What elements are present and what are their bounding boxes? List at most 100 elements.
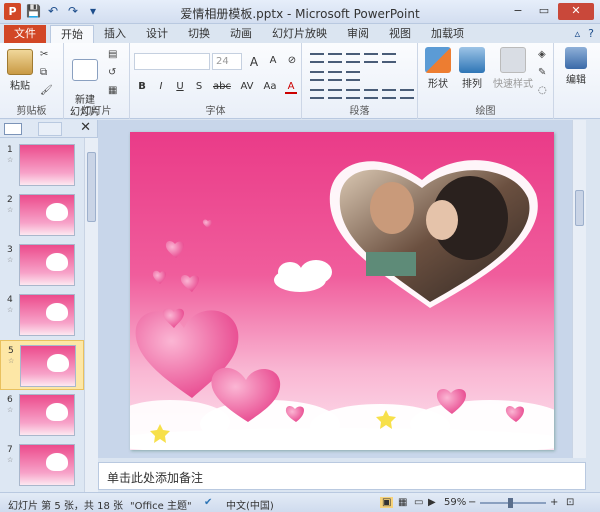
- font-group-label: 字体: [205, 106, 226, 117]
- tab-view[interactable]: 视图: [379, 25, 421, 43]
- close-button[interactable]: ✕: [558, 3, 594, 20]
- panel-scrollbar-thumb[interactable]: [87, 152, 96, 222]
- slide-thumbnail[interactable]: 3 ☆: [0, 240, 84, 290]
- slide-thumbnail[interactable]: 6 ☆: [0, 390, 84, 440]
- grow-font-button[interactable]: A: [248, 55, 260, 69]
- tab-review[interactable]: 审阅: [337, 25, 379, 43]
- bullets-icon[interactable]: [310, 53, 324, 63]
- font-name-combo[interactable]: [134, 53, 210, 70]
- tab-addins[interactable]: 加载项: [421, 25, 474, 43]
- zoom-slider-thumb[interactable]: [507, 498, 513, 508]
- slide-thumbnail[interactable]: 7 ☆: [0, 440, 84, 490]
- decrease-indent-icon[interactable]: [346, 53, 360, 63]
- layout-icon[interactable]: ▤: [108, 49, 117, 60]
- slide-info: 幻灯片 第 5 张，共 18 张: [8, 501, 123, 512]
- numbering-icon[interactable]: [328, 53, 342, 63]
- increase-indent-icon[interactable]: [364, 53, 378, 63]
- editing-button[interactable]: 编辑: [560, 47, 592, 86]
- editor-scrollbar-thumb[interactable]: [575, 190, 584, 226]
- smartart-icon[interactable]: [346, 71, 360, 81]
- shape-fill-icon[interactable]: ◈: [538, 49, 546, 60]
- align-text-icon[interactable]: [328, 71, 342, 81]
- close-panel-icon[interactable]: ✕: [80, 120, 91, 135]
- font-color-button[interactable]: A: [285, 81, 297, 94]
- minimize-button[interactable]: −: [506, 3, 530, 20]
- shrink-font-button[interactable]: A: [267, 55, 279, 69]
- change-case-button[interactable]: Aa: [262, 81, 278, 94]
- arrange-button[interactable]: 排列: [456, 47, 488, 90]
- slide-thumbnail[interactable]: 5 ☆: [0, 340, 84, 390]
- paste-button[interactable]: 粘贴: [6, 49, 34, 92]
- drawing-group: 形状 排列 快速样式 ◈ ✎ ◌ 绘图: [418, 43, 554, 119]
- tab-transitions[interactable]: 切换: [178, 25, 220, 43]
- normal-view-icon[interactable]: ▣: [380, 497, 394, 508]
- tab-insert[interactable]: 插入: [94, 25, 136, 43]
- ribbon: 粘贴 ✂ ⧉ 🖌 剪贴板 新建 幻灯片 ▤ ↺ ▦ 幻灯片 24 A A ⊘ B…: [0, 43, 600, 119]
- quick-styles-button[interactable]: 快速样式: [490, 47, 536, 90]
- zoom-in-button[interactable]: +: [550, 497, 558, 508]
- zoom-level[interactable]: 59%: [444, 497, 466, 508]
- underline-button[interactable]: U: [174, 81, 186, 94]
- slides-panel: ✕ 1 ☆ 2 ☆ 3 ☆ 4 ☆ 5 ☆ 6 ☆ 7 ☆: [0, 120, 98, 492]
- section-icon[interactable]: ▦: [108, 85, 117, 96]
- current-slide[interactable]: [130, 132, 554, 450]
- clear-format-button[interactable]: ⊘: [286, 55, 298, 69]
- slide-sorter-icon[interactable]: ▦: [398, 497, 407, 508]
- paragraph-row-3: [310, 89, 414, 99]
- zoom-slider[interactable]: [480, 498, 546, 508]
- distributed-icon[interactable]: [382, 89, 396, 99]
- title-bar: P 💾 ↶ ↷ ▾ 爱情相册模板.pptx - Microsoft PowerP…: [0, 0, 600, 24]
- columns-icon[interactable]: [400, 89, 414, 99]
- font-format-row: B I U S abc AV Aa A: [136, 81, 297, 94]
- fit-to-window-icon[interactable]: ⊡: [566, 497, 574, 508]
- tab-animations[interactable]: 动画: [220, 25, 262, 43]
- reset-icon[interactable]: ↺: [108, 67, 116, 78]
- shapes-icon: [425, 47, 451, 73]
- tab-design[interactable]: 设计: [136, 25, 178, 43]
- outline-tab[interactable]: [38, 122, 62, 136]
- strikethrough-button[interactable]: abc: [212, 81, 232, 94]
- italic-button[interactable]: I: [155, 81, 167, 94]
- slide-thumbnail[interactable]: 4 ☆: [0, 290, 84, 340]
- align-center-icon[interactable]: [328, 89, 342, 99]
- panel-scrollbar[interactable]: [84, 138, 98, 492]
- align-right-icon[interactable]: [346, 89, 360, 99]
- font-size-combo[interactable]: 24: [212, 53, 242, 70]
- reading-view-icon[interactable]: ▭: [414, 497, 423, 508]
- slide-editor: [98, 120, 586, 458]
- text-direction-icon[interactable]: [310, 71, 324, 81]
- transition-star-icon: ☆: [7, 256, 14, 264]
- spellcheck-icon[interactable]: ✔: [204, 497, 212, 508]
- align-left-icon[interactable]: [310, 89, 324, 99]
- theme-name[interactable]: "Office 主题": [130, 497, 192, 512]
- slide-preview: [20, 345, 76, 387]
- copy-icon[interactable]: ⧉: [40, 67, 47, 78]
- shapes-button[interactable]: 形状: [422, 47, 454, 90]
- paragraph-group: 段落: [302, 43, 418, 119]
- cut-icon[interactable]: ✂: [40, 49, 48, 60]
- minimize-ribbon-icon[interactable]: ▵: [575, 27, 581, 40]
- shadow-button[interactable]: S: [193, 81, 205, 94]
- help-icon[interactable]: ?: [588, 27, 594, 40]
- slide-thumbnail[interactable]: 1 ☆: [0, 140, 84, 190]
- slide-thumbnail[interactable]: 2 ☆: [0, 190, 84, 240]
- maximize-button[interactable]: ▭: [532, 3, 556, 20]
- slideshow-view-icon[interactable]: ▶: [428, 497, 436, 508]
- char-spacing-button[interactable]: AV: [239, 81, 255, 94]
- bold-button[interactable]: B: [136, 81, 148, 94]
- justify-icon[interactable]: [364, 89, 378, 99]
- format-painter-icon[interactable]: 🖌: [40, 85, 53, 96]
- zoom-out-button[interactable]: −: [468, 497, 476, 508]
- tab-file[interactable]: 文件: [4, 25, 46, 43]
- tab-home[interactable]: 开始: [50, 25, 94, 43]
- tab-slideshow[interactable]: 幻灯片放映: [262, 25, 337, 43]
- shape-outline-icon[interactable]: ✎: [538, 67, 546, 78]
- photo-heart-thumbnail: [46, 253, 68, 271]
- notes-pane[interactable]: 单击此处添加备注: [98, 462, 586, 490]
- slides-tab[interactable]: [4, 123, 22, 135]
- shape-effects-icon[interactable]: ◌: [538, 85, 547, 96]
- photo-heart-thumbnail: [46, 453, 68, 471]
- language[interactable]: 中文(中国): [226, 497, 274, 512]
- editor-scrollbar[interactable]: [572, 120, 586, 458]
- line-spacing-icon[interactable]: [382, 53, 396, 63]
